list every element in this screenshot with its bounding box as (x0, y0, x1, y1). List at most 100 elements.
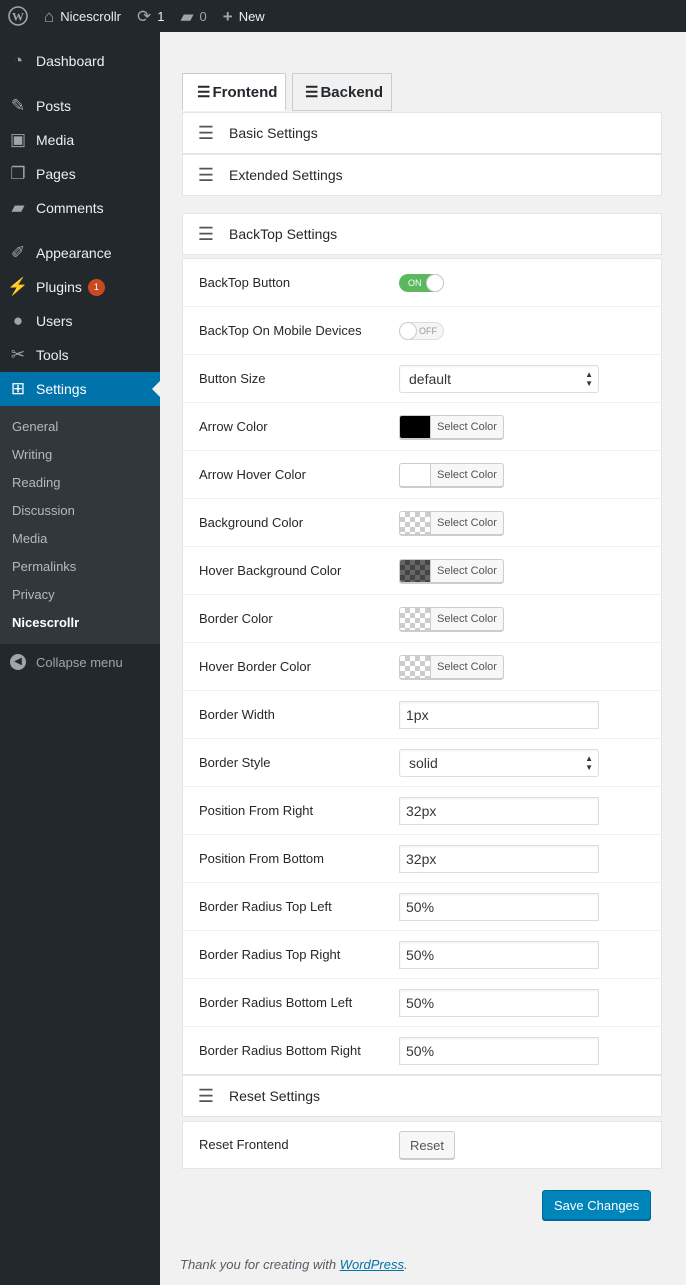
position-right-input[interactable]: 32px (399, 797, 599, 825)
wrench-icon: ✂ (10, 345, 26, 364)
save-changes-button[interactable]: Save Changes (542, 1190, 652, 1220)
panel-extended-settings[interactable]: ☰ Extended Settings (182, 154, 662, 196)
panel-basic-settings[interactable]: ☰ Basic Settings (182, 112, 662, 154)
panel-reset-settings[interactable]: ☰ Reset Settings (182, 1075, 662, 1117)
setting-label: Hover Background Color (199, 563, 342, 578)
radius-bottom-left-input[interactable]: 50% (399, 989, 599, 1017)
submenu-writing[interactable]: Writing (0, 441, 160, 469)
menu-label: Comments (36, 200, 104, 216)
footer-text: Thank you for creating with (180, 1257, 340, 1272)
setting-row: Arrow Color Select Color (183, 403, 661, 451)
setting-row: Border Radius Top Left 50% (183, 883, 661, 931)
hover-border-color-picker[interactable]: Select Color (399, 655, 504, 679)
menu-appearance[interactable]: ✐ Appearance (0, 236, 160, 270)
border-width-input[interactable]: 1px (399, 701, 599, 729)
footer-end: . (404, 1257, 408, 1272)
submenu-reading[interactable]: Reading (0, 469, 160, 497)
tab-backend[interactable]: ☰ Backend (292, 73, 392, 111)
setting-row: Arrow Hover Color Select Color (183, 451, 661, 499)
submenu-permalinks[interactable]: Permalinks (0, 553, 160, 581)
setting-label: Border Color (199, 611, 273, 626)
menu-dashboard[interactable]: ◔ Dashboard (0, 44, 160, 78)
setting-row: BackTop Button ON (183, 259, 661, 307)
new-content-link[interactable]: + New (215, 0, 273, 32)
submenu-general[interactable]: General (0, 413, 160, 441)
comments-link[interactable]: ▰ 0 (172, 0, 214, 32)
border-color-picker[interactable]: Select Color (399, 607, 504, 631)
tab-label: Backend (320, 83, 383, 101)
position-bottom-input[interactable]: 32px (399, 845, 599, 873)
select-color-label: Select Color (437, 661, 497, 673)
menu-posts[interactable]: ✎ Posts (0, 89, 160, 123)
arrow-hover-color-picker[interactable]: Select Color (399, 463, 504, 487)
plus-icon: + (222, 6, 233, 26)
setting-label: Position From Right (199, 803, 314, 818)
menu-tools[interactable]: ✂ Tools (0, 338, 160, 372)
panel-title: Basic Settings (229, 125, 318, 141)
backtop-mobile-toggle[interactable]: OFF (399, 322, 444, 340)
submenu-privacy[interactable]: Privacy (0, 581, 160, 609)
collapse-menu-button[interactable]: ◀ Collapse menu (0, 644, 160, 680)
menu-lines-icon: ☰ (197, 1085, 215, 1106)
select-color-label: Select Color (437, 469, 497, 481)
menu-label: Posts (36, 98, 72, 114)
button-size-select[interactable]: default ▲ ▼ (399, 365, 599, 393)
menu-comments[interactable]: ▰ Comments (0, 191, 160, 225)
setting-label: Hover Border Color (199, 659, 311, 674)
setting-label: Arrow Color (199, 419, 268, 434)
comment-icon: ▰ (11, 198, 25, 217)
panel-backtop-settings[interactable]: ☰ BackTop Settings (182, 213, 662, 255)
reset-button[interactable]: Reset (399, 1131, 455, 1159)
comments-count: 0 (199, 8, 207, 24)
menu-lines-icon: ☰ (197, 164, 215, 185)
select-color-label: Select Color (437, 517, 497, 529)
setting-row: Border Radius Top Right 50% (183, 931, 661, 979)
wordpress-link[interactable]: WordPress (340, 1257, 404, 1272)
menu-label: Settings (36, 381, 87, 397)
select-color-label: Select Color (437, 421, 497, 433)
submenu-discussion[interactable]: Discussion (0, 497, 160, 525)
hover-background-color-picker[interactable]: Select Color (399, 559, 504, 583)
menu-settings[interactable]: ⊞ Settings (0, 372, 160, 406)
tab-label: Frontend (212, 83, 278, 101)
setting-label: Button Size (199, 371, 266, 386)
menu-lines-icon: ☰ (305, 84, 319, 101)
tab-frontend[interactable]: ☰ Frontend (182, 73, 286, 111)
menu-media[interactable]: ▣ Media (0, 123, 160, 157)
setting-row: Button Size default ▲ ▼ (183, 355, 661, 403)
plugins-update-badge: 1 (87, 278, 105, 296)
menu-label: Appearance (36, 245, 112, 261)
wordpress-logo-icon[interactable]: W (0, 0, 36, 32)
select-value: solid (409, 755, 438, 771)
submenu-nicescrollr[interactable]: Nicescrollr (0, 609, 160, 637)
arrow-color-picker[interactable]: Select Color (399, 415, 504, 439)
menu-users[interactable]: ● Users (0, 304, 160, 338)
radius-top-left-input[interactable]: 50% (399, 893, 599, 921)
menu-lines-icon: ☰ (197, 223, 215, 244)
refresh-icon: ⟳ (136, 6, 152, 26)
select-color-label: Select Color (437, 613, 497, 625)
select-value: default (409, 371, 452, 387)
site-name-link[interactable]: ⌂ Nicescrollr (36, 0, 129, 32)
radius-bottom-right-input[interactable]: 50% (399, 1037, 599, 1065)
settings-icon: ⊞ (10, 379, 26, 398)
background-color-picker[interactable]: Select Color (399, 511, 504, 535)
svg-text:W: W (12, 10, 24, 24)
menu-plugins[interactable]: ⚡ Plugins 1 (0, 270, 160, 304)
backtop-button-toggle[interactable]: ON (399, 274, 444, 292)
menu-label: Media (36, 132, 75, 148)
menu-pages[interactable]: ❐ Pages (0, 157, 160, 191)
setting-label: Border Radius Top Right (199, 947, 341, 962)
updates-link[interactable]: ⟳ 1 (129, 0, 172, 32)
setting-label: Border Width (199, 707, 275, 722)
submenu-media[interactable]: Media (0, 525, 160, 553)
menu-label: Plugins (36, 279, 82, 295)
setting-row: Position From Right 32px (183, 787, 661, 835)
brush-icon: ✐ (10, 243, 26, 262)
main-content: ☰ Frontend ☰ Backend ☰ Basic Settings ☰ … (160, 32, 686, 1285)
site-name: Nicescrollr (60, 8, 121, 24)
setting-row: BackTop On Mobile Devices OFF (183, 307, 661, 355)
radius-top-right-input[interactable]: 50% (399, 941, 599, 969)
plugin-icon: ⚡ (7, 277, 29, 296)
border-style-select[interactable]: solid ▲ ▼ (399, 749, 599, 777)
